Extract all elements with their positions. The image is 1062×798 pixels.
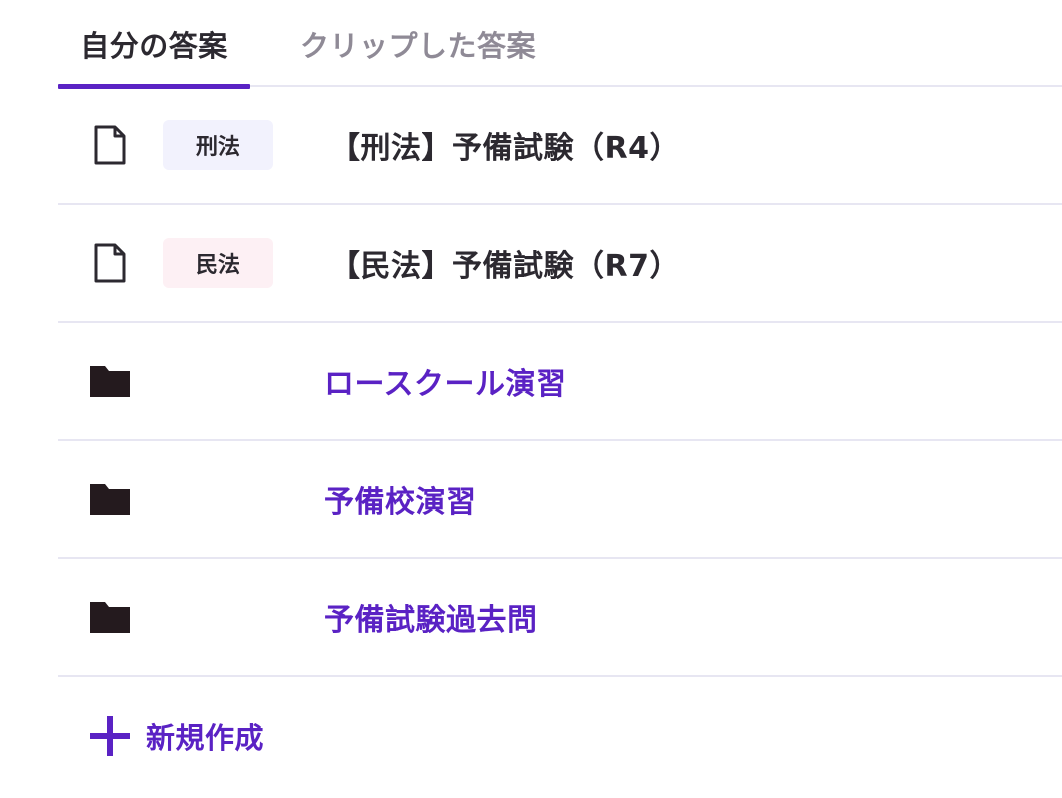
tab-bar: 自分の答案 クリップした答案 [58,0,1062,89]
tab-clipped-answers[interactable]: クリップした答案 [300,0,536,87]
folder-icon [90,597,130,637]
list-item-folder[interactable]: 予備試験過去問 [58,559,1062,677]
list-item-document[interactable]: 刑法 【刑法】予備試験（R4） [58,87,1062,205]
subject-badge: 民法 [163,238,273,288]
document-icon [90,125,130,165]
answer-list: 刑法 【刑法】予備試験（R4） 民法 【民法】予備試験（R7） ロースクール演習 [58,87,1062,677]
answers-page: 自分の答案 クリップした答案 刑法 【刑法】予備試験（R4） 民法 【民法】予備 [0,0,1062,798]
create-new-button[interactable]: 新規作成 [90,712,264,760]
document-icon [90,243,130,283]
folder-icon [90,361,130,401]
subject-badge: 刑法 [163,120,273,170]
list-item-folder[interactable]: ロースクール演習 [58,323,1062,441]
folder-icon [90,479,130,519]
create-new-label: 新規作成 [146,721,265,755]
folder-title[interactable]: 予備試験過去問 [324,595,538,639]
folder-title[interactable]: ロースクール演習 [324,359,567,403]
tab-own-answers[interactable]: 自分の答案 [58,0,250,89]
folder-title[interactable]: 予備校演習 [324,477,477,521]
answer-title: 【刑法】予備試験（R4） [330,131,680,166]
list-item-folder[interactable]: 予備校演習 [58,441,1062,559]
plus-icon [90,716,130,756]
list-item-document[interactable]: 民法 【民法】予備試験（R7） [58,205,1062,323]
answer-title: 【民法】予備試験（R7） [330,249,680,284]
